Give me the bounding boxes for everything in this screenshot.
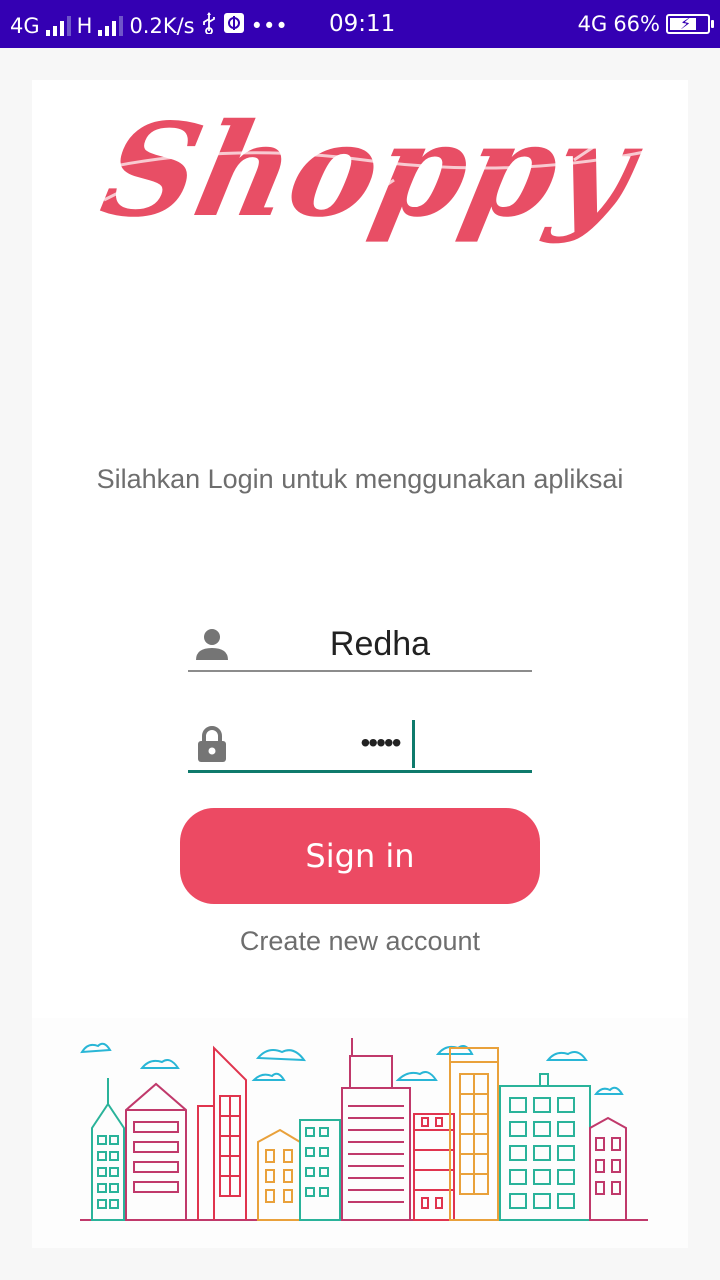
signal-icon-2 bbox=[98, 15, 124, 36]
logo-text: Shoppy bbox=[91, 94, 655, 245]
battery-icon: ⚡ bbox=[666, 14, 714, 34]
status-left: 4G H 0.2K/s ••• bbox=[10, 12, 288, 39]
city-skyline-illustration bbox=[32, 1018, 688, 1248]
network-speed: 0.2K/s bbox=[129, 13, 195, 38]
network-label-2: H bbox=[76, 13, 93, 38]
battery-percent: 66% bbox=[613, 12, 660, 36]
status-bar: 4G H 0.2K/s ••• 09:11 4G 66% ⚡ bbox=[0, 0, 720, 48]
network-label-1: 4G bbox=[10, 13, 40, 38]
network-label-right: 4G bbox=[577, 12, 608, 36]
text-caret bbox=[412, 720, 415, 768]
password-field[interactable]: ••••• bbox=[188, 720, 532, 773]
lock-icon bbox=[198, 726, 226, 762]
more-icon: ••• bbox=[250, 13, 288, 38]
shoppy-logo: Shoppy bbox=[64, 80, 656, 270]
login-prompt: Silahkan Login untuk menggunakan apliksa… bbox=[96, 464, 624, 494]
create-account-link[interactable]: Create new account bbox=[32, 926, 688, 957]
usb-icon bbox=[201, 12, 217, 39]
username-field[interactable]: Redha bbox=[188, 620, 532, 672]
username-value[interactable]: Redha bbox=[228, 624, 532, 665]
person-icon bbox=[196, 629, 228, 660]
usb-debug-icon bbox=[223, 12, 245, 39]
sign-in-button[interactable]: Sign in bbox=[180, 808, 540, 904]
password-value[interactable]: ••••• bbox=[228, 726, 532, 760]
login-card: Shoppy Silahkan Login untuk menggunakan … bbox=[32, 80, 688, 1248]
signal-icon bbox=[45, 15, 71, 36]
status-right: 4G 66% ⚡ bbox=[577, 12, 714, 36]
clock: 09:11 bbox=[329, 11, 396, 37]
